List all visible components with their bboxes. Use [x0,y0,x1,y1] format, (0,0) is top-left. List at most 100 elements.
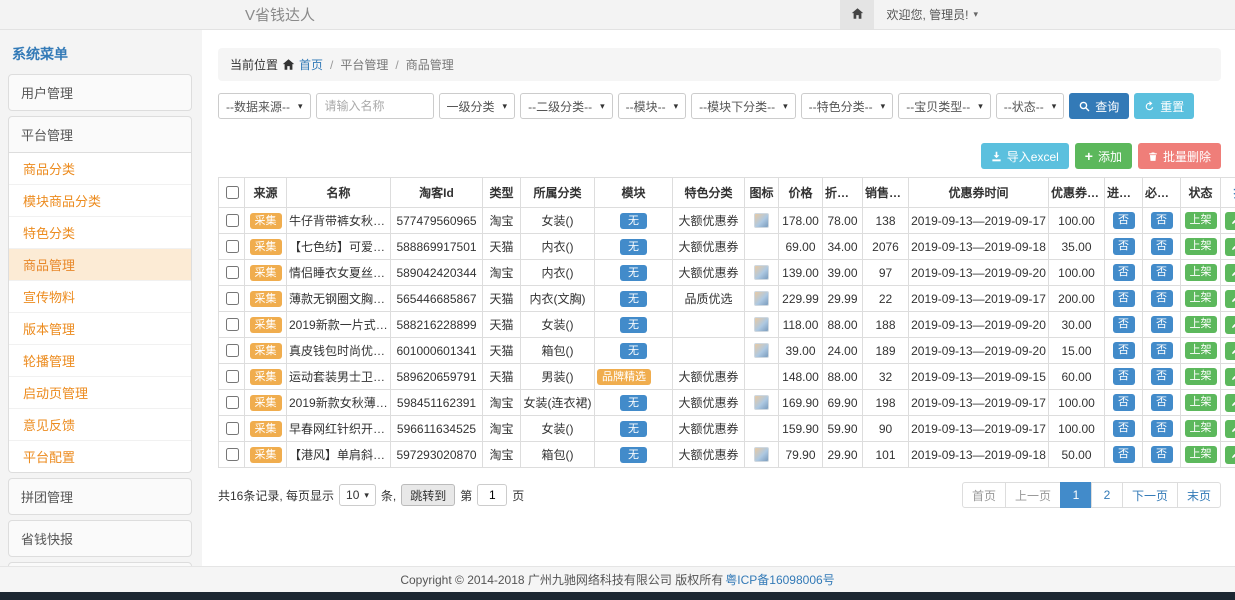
sidebar-subitem[interactable]: 启动页管理 [9,377,191,409]
page-button[interactable]: 2 [1091,482,1123,508]
page-button[interactable]: 上一页 [1005,482,1061,508]
sidebar-subitem[interactable]: 意见反馈 [9,409,191,441]
sidebar-item[interactable]: 消息管理 [8,562,192,566]
must-buy-cell: 否 [1143,312,1181,338]
filter-select[interactable]: --模块下分类--▾ [691,93,796,119]
toolbar: 导入excel + 添加 批量删除 [218,143,1221,169]
status-button[interactable]: 上架 [1185,368,1217,385]
row-checkbox[interactable] [226,344,239,357]
search-button[interactable]: 查询 [1069,93,1129,119]
edit-button[interactable] [1225,368,1235,386]
row-checkbox[interactable] [226,370,239,383]
filter-select[interactable]: --特色分类--▾ [801,93,894,119]
price: 139.00 [779,260,823,286]
sidebar-subitem[interactable]: 商品管理 [9,249,191,281]
status-cell: 上架 [1181,286,1221,312]
name-search-input[interactable] [316,93,434,119]
sidebar-subitem[interactable]: 模块商品分类 [9,185,191,217]
import-excel-button[interactable]: 导入excel [981,143,1069,169]
sidebar-item[interactable]: 用户管理 [8,74,192,111]
row-checkbox[interactable] [226,214,239,227]
must-buy-toggle[interactable]: 否 [1151,212,1173,229]
filter-select[interactable]: --状态--▾ [996,93,1065,119]
breadcrumb-home-link[interactable]: 首页 [299,56,323,73]
filter-select[interactable]: 一级分类▾ [439,93,516,119]
sidebar-subitem[interactable]: 特色分类 [9,217,191,249]
page-button[interactable]: 首页 [962,482,1006,508]
import-select-toggle[interactable]: 否 [1113,238,1135,255]
row-checkbox[interactable] [226,292,239,305]
status-button[interactable]: 上架 [1185,238,1217,255]
row-checkbox[interactable] [226,240,239,253]
import-select-toggle[interactable]: 否 [1113,316,1135,333]
user-menu[interactable]: 欢迎您, 管理员! ▾ [874,0,990,29]
page-button[interactable]: 末页 [1177,482,1221,508]
per-page-select[interactable]: 10 ▾ [339,484,376,506]
main-content: 当前位置 首页 / 平台管理 / 商品管理 --数据来源--▾一级分类▾--二级… [202,30,1235,566]
row-checkbox[interactable] [226,422,239,435]
module-badge: 无 [620,317,647,333]
import-select-toggle[interactable]: 否 [1113,342,1135,359]
status-button[interactable]: 上架 [1185,290,1217,307]
sidebar-item[interactable]: 平台管理 [8,116,192,153]
select-all-checkbox[interactable] [226,186,239,199]
import-icon [991,151,1002,162]
status-button[interactable]: 上架 [1185,212,1217,229]
jump-button[interactable]: 跳转到 [401,484,455,506]
edit-button[interactable] [1225,342,1235,360]
sidebar-subitem[interactable]: 版本管理 [9,313,191,345]
import-select-toggle[interactable]: 否 [1113,212,1135,229]
row-checkbox[interactable] [226,266,239,279]
sidebar-subitem[interactable]: 平台配置 [9,441,191,472]
must-buy-toggle[interactable]: 否 [1151,316,1173,333]
import-select-toggle[interactable]: 否 [1113,394,1135,411]
sidebar-subitem[interactable]: 宣传物料 [9,281,191,313]
filter-select[interactable]: --模块--▾ [618,93,687,119]
must-buy-toggle[interactable]: 否 [1151,368,1173,385]
must-buy-toggle[interactable]: 否 [1151,238,1173,255]
status-button[interactable]: 上架 [1185,446,1217,463]
import-select-toggle[interactable]: 否 [1113,446,1135,463]
status-button[interactable]: 上架 [1185,420,1217,437]
page-button[interactable]: 1 [1060,482,1092,508]
row-checkbox[interactable] [226,448,239,461]
import-select-toggle[interactable]: 否 [1113,420,1135,437]
edit-button[interactable] [1225,290,1235,308]
edit-button[interactable] [1225,212,1235,230]
edit-button[interactable] [1225,420,1235,438]
sidebar-subitem[interactable]: 商品分类 [9,153,191,185]
filter-select[interactable]: --二级分类--▾ [520,93,613,119]
import-select-toggle[interactable]: 否 [1113,264,1135,281]
must-buy-toggle[interactable]: 否 [1151,290,1173,307]
import-select-toggle[interactable]: 否 [1113,368,1135,385]
must-buy-toggle[interactable]: 否 [1151,342,1173,359]
sidebar-item[interactable]: 省钱快报 [8,520,192,557]
edit-button[interactable] [1225,446,1235,464]
icp-link[interactable]: 粤ICP备16098006号 [725,571,834,588]
row-checkbox[interactable] [226,396,239,409]
page-button[interactable]: 下一页 [1122,482,1178,508]
edit-button[interactable] [1225,238,1235,256]
row-checkbox[interactable] [226,318,239,331]
status-button[interactable]: 上架 [1185,342,1217,359]
edit-button[interactable] [1225,264,1235,282]
status-button[interactable]: 上架 [1185,316,1217,333]
reset-button[interactable]: 重置 [1134,93,1194,119]
must-buy-toggle[interactable]: 否 [1151,264,1173,281]
must-buy-toggle[interactable]: 否 [1151,446,1173,463]
must-buy-toggle[interactable]: 否 [1151,394,1173,411]
filter-select[interactable]: --数据来源--▾ [218,93,311,119]
sidebar-subitem[interactable]: 轮播管理 [9,345,191,377]
edit-button[interactable] [1225,316,1235,334]
filter-select[interactable]: --宝贝类型--▾ [898,93,991,119]
status-button[interactable]: 上架 [1185,264,1217,281]
edit-button[interactable] [1225,394,1235,412]
batch-delete-button[interactable]: 批量删除 [1138,143,1221,169]
sidebar-item[interactable]: 拼团管理 [8,478,192,515]
page-input[interactable] [477,484,507,506]
status-button[interactable]: 上架 [1185,394,1217,411]
must-buy-toggle[interactable]: 否 [1151,420,1173,437]
import-select-toggle[interactable]: 否 [1113,290,1135,307]
home-button[interactable] [840,0,874,29]
add-button[interactable]: + 添加 [1075,143,1132,169]
